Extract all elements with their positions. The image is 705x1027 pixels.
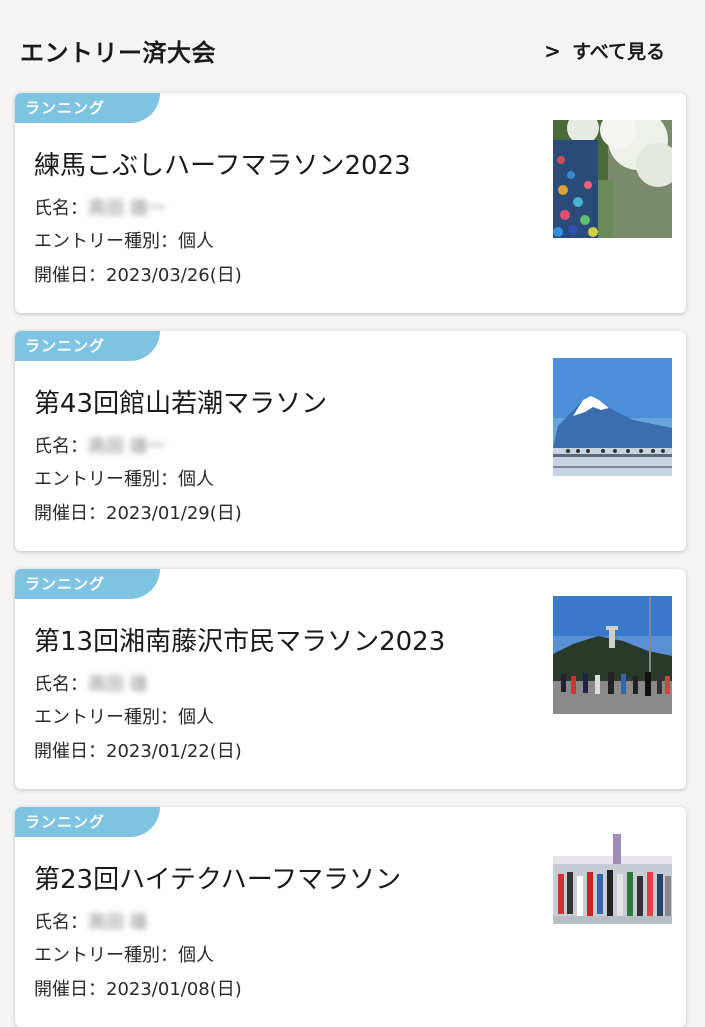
name-value: 高田 雄一 (88, 436, 166, 457)
entry-type-value: 個人 (178, 945, 214, 966)
entrant-name: 氏名：高田 雄 (34, 670, 148, 696)
date-label: 開催日： (34, 503, 106, 524)
entrant-name: 氏名：高田 雄 (34, 908, 148, 934)
enoshima-runners-photo (553, 596, 672, 714)
entry-type-value: 個人 (178, 469, 214, 490)
date-value: 2023/03/26(日) (106, 265, 242, 286)
name-label: 氏名： (34, 198, 88, 219)
mount-fuji-bridge-photo (553, 358, 672, 476)
entry-type-label: エントリー種別： (34, 231, 178, 252)
see-all-label: すべて見る (572, 41, 665, 63)
name-label: 氏名： (34, 674, 88, 695)
entry-type: エントリー種別：個人 (34, 703, 214, 729)
entry-type: エントリー種別：個人 (34, 941, 214, 967)
category-badge: ランニング (15, 807, 160, 837)
entry-type-label: エントリー種別： (34, 469, 178, 490)
event-date: 開催日：2023/01/08(日) (34, 975, 242, 1001)
date-value: 2023/01/08(日) (106, 979, 242, 1000)
category-badge: ランニング (15, 331, 160, 361)
event-title: 第43回館山若潮マラソン (34, 389, 328, 419)
name-label: 氏名： (34, 912, 88, 933)
event-date: 開催日：2023/01/22(日) (34, 737, 242, 763)
name-value: 高田 雄一 (88, 198, 166, 219)
page-header: エントリー済大会 > すべて見る (0, 0, 705, 94)
event-card[interactable]: ランニング 第23回ハイテクハーフマラソン 氏名：高田 雄 エントリー種別：個人… (15, 807, 686, 1027)
name-value: 高田 雄 (88, 912, 148, 933)
event-card[interactable]: ランニング 第13回湘南藤沢市民マラソン2023 氏名：高田 雄 エントリー種別… (15, 569, 686, 789)
date-value: 2023/01/29(日) (106, 503, 242, 524)
event-title: 第23回ハイテクハーフマラソン (34, 865, 402, 895)
date-value: 2023/01/22(日) (106, 741, 242, 762)
runners-under-cherry-blossoms-photo (553, 120, 672, 238)
event-card[interactable]: ランニング 第43回館山若潮マラソン 氏名：高田 雄一 エントリー種別：個人 開… (15, 331, 686, 551)
marathon-start-runners-photo (553, 834, 672, 952)
date-label: 開催日： (34, 979, 106, 1000)
category-badge: ランニング (15, 569, 160, 599)
page-title: エントリー済大会 (20, 39, 216, 67)
event-title: 練馬こぶしハーフマラソン2023 (34, 151, 411, 181)
event-card[interactable]: ランニング 練馬こぶしハーフマラソン2023 氏名：高田 雄一 エントリー種別：… (15, 93, 686, 313)
event-title: 第13回湘南藤沢市民マラソン2023 (34, 627, 446, 657)
see-all-link[interactable]: > すべて見る (544, 37, 665, 64)
entrant-name: 氏名：高田 雄一 (34, 194, 166, 220)
event-date: 開催日：2023/03/26(日) (34, 261, 242, 287)
entry-type: エントリー種別：個人 (34, 227, 214, 253)
category-badge: ランニング (15, 93, 160, 123)
entry-type-label: エントリー種別： (34, 707, 178, 728)
entry-type: エントリー種別：個人 (34, 465, 214, 491)
date-label: 開催日： (34, 741, 106, 762)
entrant-name: 氏名：高田 雄一 (34, 432, 166, 458)
date-label: 開催日： (34, 265, 106, 286)
event-date: 開催日：2023/01/29(日) (34, 499, 242, 525)
name-label: 氏名： (34, 436, 88, 457)
entry-type-value: 個人 (178, 707, 214, 728)
entry-type-label: エントリー種別： (34, 945, 178, 966)
name-value: 高田 雄 (88, 674, 148, 695)
chevron-right-icon: > (544, 38, 561, 63)
entry-type-value: 個人 (178, 231, 214, 252)
